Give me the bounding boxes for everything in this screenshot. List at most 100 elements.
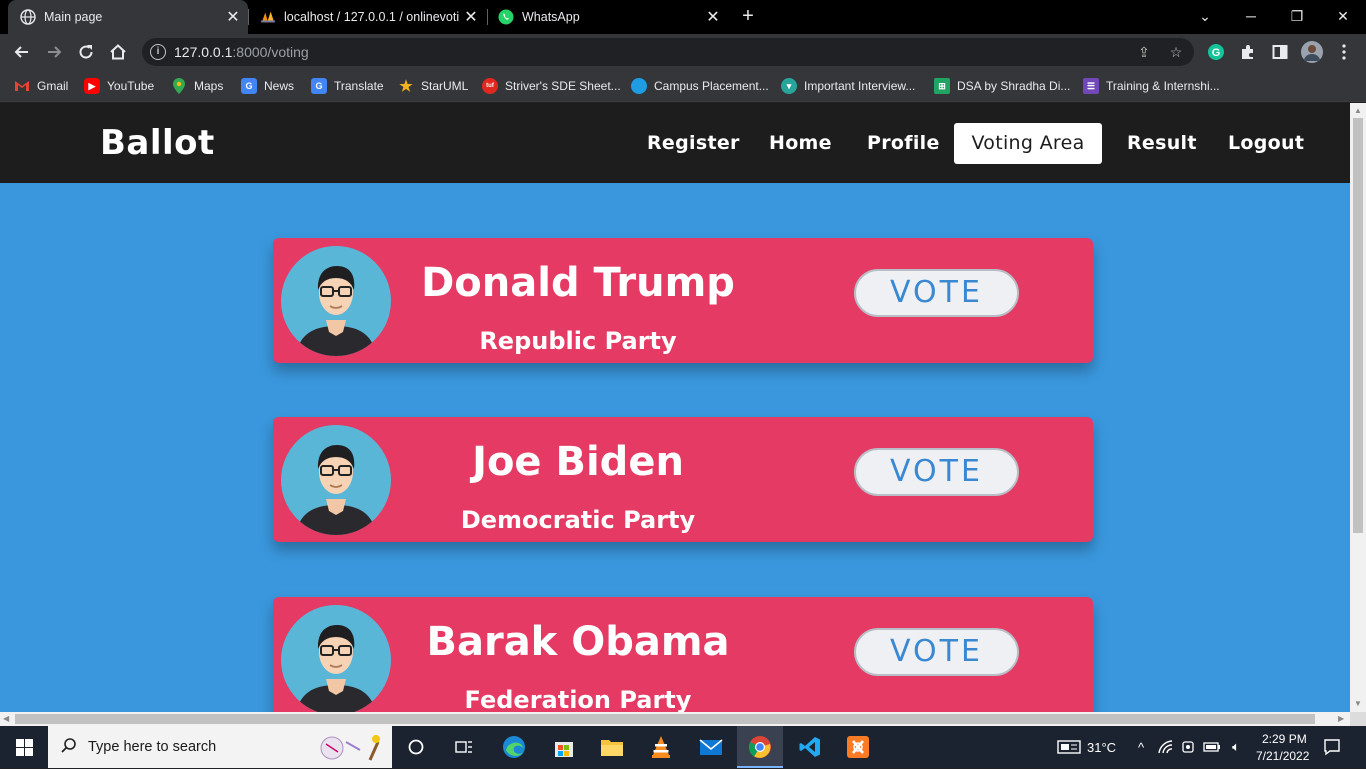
phpmyadmin-icon <box>260 9 276 25</box>
close-tab-icon[interactable]: ✕ <box>460 7 482 27</box>
page-viewport: Ballot Register Home Profile Voting Area… <box>0 103 1350 712</box>
microsoft-store-icon[interactable] <box>550 733 578 761</box>
bookmark-training[interactable]: ☰ Training & Internshi... <box>1083 76 1220 96</box>
scroll-right-arrow-icon[interactable]: ▶ <box>1338 714 1344 723</box>
vote-button[interactable]: VOTE <box>854 448 1019 496</box>
horizontal-scrollbar[interactable]: ◀ ▶ <box>0 712 1350 726</box>
close-tab-icon[interactable]: ✕ <box>702 7 724 27</box>
bookmark-youtube[interactable]: ▶ YouTube <box>84 76 154 96</box>
bookmark-campus[interactable]: Campus Placement... <box>631 76 769 96</box>
restore-button[interactable]: ❐ <box>1274 0 1320 34</box>
vote-button[interactable]: VOTE <box>854 628 1019 676</box>
taskbar-search-box[interactable]: Type here to search <box>48 726 392 768</box>
scroll-up-arrow-icon[interactable]: ▲ <box>1354 106 1362 115</box>
bookmark-dsa[interactable]: ⊞ DSA by Shradha Di... <box>934 76 1070 96</box>
home-button[interactable] <box>104 38 132 66</box>
new-tab-button[interactable]: + <box>736 5 760 29</box>
mail-icon[interactable] <box>697 733 725 761</box>
temperature-text: 31°C <box>1087 740 1117 755</box>
minimize-button[interactable]: ─ <box>1228 0 1274 34</box>
scroll-down-arrow-icon[interactable]: ▼ <box>1354 699 1362 708</box>
tab-whatsapp[interactable]: WhatsApp ✕ <box>486 0 728 34</box>
close-window-button[interactable]: ✕ <box>1320 0 1366 34</box>
maps-icon <box>171 78 187 94</box>
side-panel-icon[interactable] <box>1266 38 1294 66</box>
tab-main-page[interactable]: Main page ✕ <box>8 0 248 34</box>
widgets-icon[interactable] <box>450 733 478 761</box>
scroll-left-arrow-icon[interactable]: ◀ <box>3 714 9 723</box>
site-navbar: Ballot Register Home Profile Voting Area… <box>0 103 1350 183</box>
whatsapp-icon <box>498 9 514 25</box>
striver-icon: tuf <box>482 78 498 94</box>
notifications-icon[interactable] <box>1318 733 1346 761</box>
interview-icon: ▾ <box>781 78 797 94</box>
tab-phpmyadmin[interactable]: localhost / 127.0.0.1 / onlinevotin ✕ <box>248 0 486 34</box>
nav-home[interactable]: Home <box>754 123 847 164</box>
weather-icon[interactable] <box>1055 733 1083 761</box>
bookmark-striver[interactable]: tuf Striver's SDE Sheet... <box>482 76 621 96</box>
nav-profile[interactable]: Profile <box>852 123 955 164</box>
youtube-icon: ▶ <box>84 78 100 94</box>
candidate-avatar <box>281 605 391 712</box>
site-brand[interactable]: Ballot <box>100 123 215 163</box>
candidate-avatar <box>281 425 391 535</box>
browser-toolbar: i 127.0.0.1:8000/voting ⇪ ☆ G <box>0 34 1366 70</box>
bookmarks-bar: Gmail ▶ YouTube Maps G News G Translate … <box>0 70 1366 102</box>
file-explorer-icon[interactable] <box>598 733 626 761</box>
bookmark-interview[interactable]: ▾ Important Interview... <box>781 76 915 96</box>
nav-register[interactable]: Register <box>632 123 755 164</box>
tab-title: WhatsApp <box>522 10 580 24</box>
candidate-name: Joe Biden <box>472 439 684 485</box>
news-icon: G <box>241 78 257 94</box>
vertical-scroll-thumb[interactable] <box>1353 118 1363 533</box>
bookmark-translate[interactable]: G Translate <box>311 76 384 96</box>
bookmark-staruml[interactable]: ★ StarUML <box>398 76 468 96</box>
back-button[interactable] <box>8 38 36 66</box>
candidate-party: Democratic Party <box>460 506 696 534</box>
more-menu-icon[interactable] <box>1330 38 1358 66</box>
url-text: 127.0.0.1:8000/voting <box>174 44 309 60</box>
task-view-icon[interactable] <box>402 733 430 761</box>
nav-result[interactable]: Result <box>1112 123 1212 164</box>
tab-title: localhost / 127.0.0.1 / onlinevotin <box>284 10 460 24</box>
bookmark-maps[interactable]: Maps <box>171 76 223 96</box>
windows-start-icon[interactable] <box>10 733 38 761</box>
bookmark-star-icon[interactable]: ☆ <box>1166 42 1186 62</box>
close-tab-icon[interactable]: ✕ <box>222 7 244 27</box>
chrome-icon[interactable] <box>746 733 774 761</box>
sheets-icon: ⊞ <box>934 78 950 94</box>
search-icon <box>60 737 78 760</box>
gmail-icon <box>14 78 30 94</box>
reload-button[interactable] <box>72 38 100 66</box>
edge-browser-icon[interactable] <box>500 733 528 761</box>
grammarly-icon[interactable]: G <box>1202 38 1230 66</box>
browser-tab-strip: Main page ✕ localhost / 127.0.0.1 / onli… <box>0 0 1366 34</box>
xampp-icon[interactable] <box>844 733 872 761</box>
vertical-scrollbar[interactable]: ▲ ▼ <box>1350 103 1366 712</box>
vlc-icon[interactable] <box>647 733 675 761</box>
candidate-card: Barak Obama Federation Party VOTE <box>273 597 1093 712</box>
nav-voting-area[interactable]: Voting Area <box>954 123 1102 164</box>
tab-search-chevron-icon[interactable]: ⌄ <box>1182 0 1228 34</box>
nav-logout[interactable]: Logout <box>1213 123 1319 164</box>
profile-avatar[interactable] <box>1298 38 1326 66</box>
candidate-name: Donald Trump <box>421 260 735 306</box>
candidate-card: Joe Biden Democratic Party VOTE <box>273 417 1093 542</box>
bookmark-news[interactable]: G News <box>241 76 294 96</box>
search-placeholder: Type here to search <box>88 739 217 755</box>
clock-time: 2:29 PM <box>1262 732 1307 746</box>
address-bar[interactable]: i 127.0.0.1:8000/voting ⇪ ☆ <box>142 38 1194 66</box>
vscode-icon[interactable] <box>796 733 824 761</box>
forward-button[interactable] <box>40 38 68 66</box>
staruml-icon: ★ <box>399 78 413 95</box>
volume-muted-icon[interactable]: 🔈︎ <box>1222 733 1250 761</box>
horizontal-scroll-thumb[interactable] <box>15 714 1315 724</box>
extensions-puzzle-icon[interactable] <box>1234 38 1262 66</box>
share-icon[interactable]: ⇪ <box>1134 42 1154 62</box>
candidate-name: Barak Obama <box>426 619 730 665</box>
info-icon[interactable]: i <box>150 44 166 60</box>
bookmark-gmail[interactable]: Gmail <box>14 76 68 96</box>
vote-button[interactable]: VOTE <box>854 269 1019 317</box>
chevron-up-icon[interactable]: ^ <box>1127 733 1155 761</box>
candidate-avatar <box>281 246 391 356</box>
